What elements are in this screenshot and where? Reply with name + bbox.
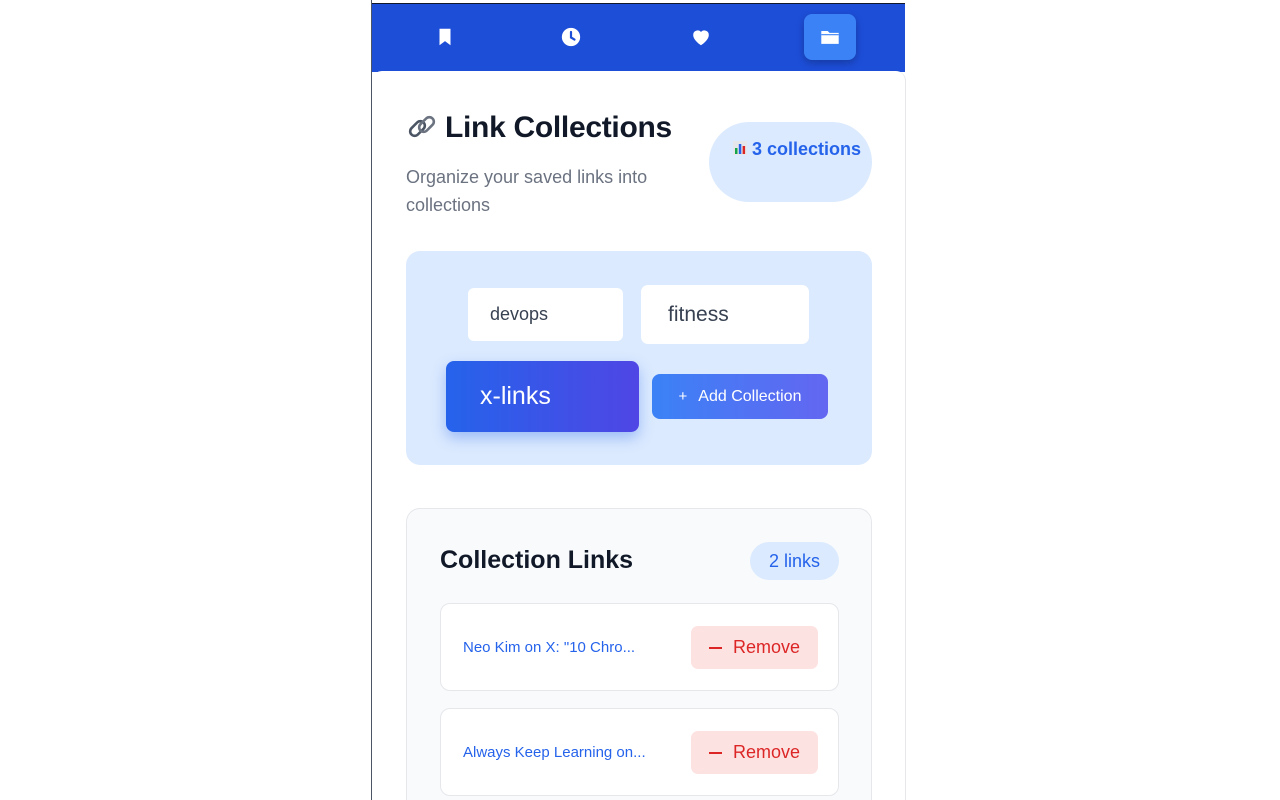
collection-links-title: Collection Links: [440, 546, 634, 574]
page-subtitle: Organize your saved links into collectio…: [406, 167, 648, 215]
link-title[interactable]: Always Keep Learning on...: [463, 709, 678, 795]
page-title: Link Collections: [405, 111, 672, 145]
minus-icon: [708, 646, 722, 649]
top-nav-bar: [372, 3, 905, 72]
link-row: Neo Kim on X: "10 Chro... Remove: [440, 603, 839, 691]
clock-icon: [560, 26, 582, 48]
nav-favorites-button[interactable]: [675, 14, 727, 60]
remove-label: Remove: [732, 742, 801, 762]
collection-links-card: Collection Links 2 links Neo Kim on X: "…: [406, 508, 872, 800]
collection-chip-devops[interactable]: devops: [468, 288, 623, 341]
main-content: Link Collections Organize your saved lin…: [372, 71, 906, 800]
nav-collections-button[interactable]: [804, 14, 856, 60]
nav-history-button[interactable]: [545, 14, 597, 60]
heart-icon: [690, 26, 712, 48]
collections-count-badge: 3 collections: [709, 122, 872, 202]
link-icon: [405, 111, 439, 145]
remove-link-button[interactable]: Remove: [691, 626, 818, 669]
extension-popup: Link Collections Organize your saved lin…: [371, 0, 907, 800]
add-collection-button[interactable]: + Add Collection: [652, 374, 828, 419]
collections-count-text: 3 collections: [752, 139, 862, 159]
collection-chip-x-links[interactable]: x-links: [446, 361, 639, 432]
remove-label: Remove: [732, 637, 801, 657]
minus-icon: [708, 751, 722, 754]
link-row: Always Keep Learning on... Remove: [440, 708, 839, 796]
plus-icon: +: [678, 388, 688, 405]
add-collection-label: Add Collection: [698, 387, 802, 405]
page-title-text: Link Collections: [445, 111, 672, 144]
links-count-badge: 2 links: [750, 542, 839, 580]
collection-chip-fitness[interactable]: fitness: [641, 285, 809, 344]
nav-bookmarks-button[interactable]: [419, 14, 471, 60]
folder-icon: [819, 26, 841, 48]
bar-chart-icon: [732, 136, 748, 155]
collection-selector: devops fitness x-links + Add Collection: [406, 251, 872, 465]
link-title[interactable]: Neo Kim on X: "10 Chro...: [463, 604, 678, 690]
bookmark-icon: [434, 26, 456, 48]
remove-link-button[interactable]: Remove: [691, 731, 818, 774]
